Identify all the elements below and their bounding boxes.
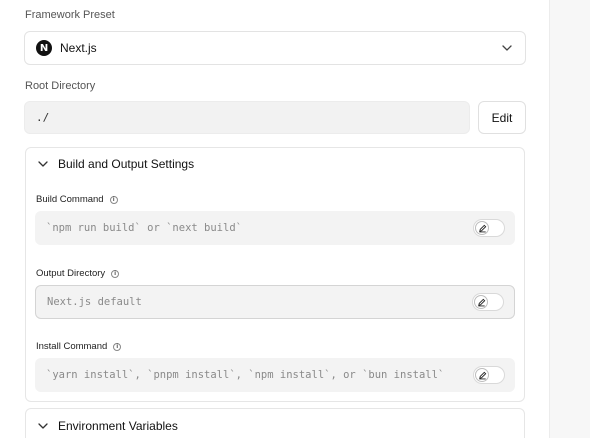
right-pane [549, 0, 590, 438]
root-directory-label: Root Directory [25, 80, 96, 92]
output-directory-input[interactable]: Next.js default [35, 285, 515, 319]
environment-variables-title: Environment Variables [58, 419, 178, 433]
chevron-down-icon [38, 161, 48, 167]
output-directory-label: Output Directory i [36, 268, 120, 279]
framework-preset-label: Framework Preset [25, 9, 115, 21]
build-command-label: Build Command i [36, 194, 118, 205]
pencil-icon [474, 295, 488, 309]
build-output-settings-title: Build and Output Settings [58, 157, 195, 171]
install-command-override-toggle[interactable] [473, 366, 505, 384]
install-command-placeholder: `yarn install`, `pnpm install`, `npm ins… [46, 369, 445, 381]
pencil-icon [475, 221, 489, 235]
output-directory-override-toggle[interactable] [472, 293, 504, 311]
pencil-icon [475, 368, 489, 382]
output-directory-placeholder: Next.js default [47, 296, 142, 308]
build-command-input[interactable]: `npm run build` or `next build` [35, 211, 515, 245]
build-command-override-toggle[interactable] [473, 219, 505, 237]
build-command-placeholder: `npm run build` or `next build` [46, 222, 242, 234]
build-output-settings-header[interactable]: Build and Output Settings [26, 148, 524, 180]
install-command-input[interactable]: `yarn install`, `pnpm install`, `npm ins… [35, 358, 515, 392]
info-icon[interactable]: i [109, 195, 118, 204]
edit-root-directory-button[interactable]: Edit [478, 101, 526, 134]
chevron-down-icon [502, 45, 512, 51]
root-directory-value: ./ [36, 111, 50, 124]
chevron-down-icon [38, 423, 48, 429]
environment-variables-header[interactable]: Environment Variables [26, 409, 524, 438]
environment-variables-panel: Environment Variables [25, 408, 525, 438]
install-command-label: Install Command i [36, 341, 122, 352]
info-icon[interactable]: i [113, 342, 122, 351]
framework-preset-value: Next.js [60, 41, 97, 55]
root-directory-input[interactable]: ./ [24, 101, 470, 134]
build-output-settings-panel: Build and Output Settings Build Command … [25, 147, 525, 402]
nextjs-logo-icon: N [36, 40, 52, 56]
info-icon[interactable]: i [111, 269, 120, 278]
framework-preset-select[interactable]: N Next.js [24, 31, 526, 65]
